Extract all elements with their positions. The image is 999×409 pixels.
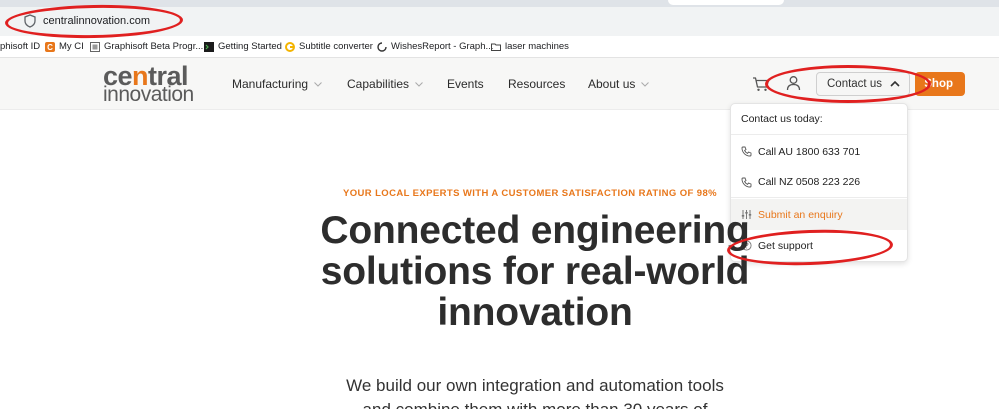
contact-us-button[interactable]: Contact us bbox=[816, 72, 910, 96]
c-logo-icon: C bbox=[45, 42, 55, 52]
contact-us-label: Contact us bbox=[827, 78, 882, 90]
bookmark-label: Graphisoft Beta Progr... bbox=[104, 41, 204, 52]
central-innovation-logo[interactable]: central innovation bbox=[103, 61, 209, 106]
contact-menu-heading: Contact us today: bbox=[731, 104, 907, 135]
menu-item-call-au[interactable]: Call AU 1800 633 701 bbox=[731, 136, 907, 167]
menu-item-label: Call AU 1800 633 701 bbox=[758, 145, 861, 158]
hero-title: Connected engineering solutions for real… bbox=[280, 210, 790, 333]
chevron-down-icon bbox=[415, 81, 423, 87]
hero-title-line: Connected engineering bbox=[320, 209, 750, 252]
nav-label: About us bbox=[588, 77, 636, 91]
bookmark-label: Subtitle converter bbox=[299, 41, 373, 52]
hero-title-line: innovation bbox=[437, 291, 633, 334]
nav-label: Events bbox=[447, 77, 484, 91]
bookmark-subtitle-converter[interactable]: Subtitle converter bbox=[285, 40, 373, 54]
hero-body-line: and combine them with more than 30 years… bbox=[330, 398, 740, 409]
nav-manufacturing[interactable]: Manufacturing bbox=[232, 76, 322, 92]
bookmark-label: laser machines bbox=[505, 41, 569, 52]
graphisoft-icon bbox=[90, 42, 100, 52]
hero-body-text: We build our own integration and automat… bbox=[330, 374, 740, 409]
bookmark-wishes-report[interactable]: WishesReport - Graph... bbox=[377, 40, 493, 54]
bookmark-laser-machines[interactable]: laser machines bbox=[491, 40, 569, 54]
bookmark-label: Getting Started bbox=[218, 41, 282, 52]
hero-title-line: solutions for real-world bbox=[320, 250, 750, 293]
phone-icon bbox=[741, 146, 752, 157]
hero-eyebrow: YOUR LOCAL EXPERTS WITH A CUSTOMER SATIS… bbox=[343, 188, 717, 199]
folder-icon bbox=[491, 43, 501, 51]
phone-icon bbox=[741, 177, 752, 187]
browser-tab-strip bbox=[0, 0, 999, 7]
bookmark-graphisoft-id[interactable]: phisoft ID bbox=[0, 40, 40, 54]
nav-label: Capabilities bbox=[347, 77, 410, 91]
nav-label: Manufacturing bbox=[232, 77, 309, 91]
shop-label: Shop bbox=[924, 78, 953, 90]
bookmark-label: WishesReport - Graph... bbox=[391, 41, 494, 52]
bookmark-getting-started[interactable]: Getting Started bbox=[204, 40, 282, 54]
chevron-up-icon bbox=[890, 81, 900, 87]
hero-body-line: We build our own integration and automat… bbox=[346, 376, 724, 395]
user-account-icon[interactable] bbox=[786, 75, 801, 91]
loading-icon bbox=[377, 42, 387, 52]
nav-about-us[interactable]: About us bbox=[588, 76, 650, 92]
nav-resources[interactable]: Resources bbox=[508, 76, 565, 92]
browser-tab[interactable] bbox=[668, 0, 784, 5]
chevron-down-icon bbox=[641, 81, 650, 87]
url-field[interactable] bbox=[6, 9, 999, 33]
bookmark-label: My CI bbox=[59, 41, 84, 52]
shield-icon[interactable] bbox=[24, 14, 36, 28]
logo-line2: innovation bbox=[103, 83, 194, 106]
bookmark-label: phisoft ID bbox=[0, 41, 41, 52]
terminal-icon bbox=[204, 42, 214, 52]
g-logo-icon bbox=[285, 42, 295, 52]
nav-label: Resources bbox=[508, 77, 566, 91]
bookmark-my-ci[interactable]: C My CI bbox=[45, 40, 84, 54]
nav-events[interactable]: Events bbox=[447, 76, 484, 92]
svg-text:C: C bbox=[47, 43, 53, 52]
menu-item-label: Call NZ 0508 223 226 bbox=[758, 176, 861, 188]
shop-button[interactable]: Shop bbox=[915, 72, 965, 96]
bookmark-graphisoft-beta[interactable]: Graphisoft Beta Progr... bbox=[90, 40, 203, 54]
cart-icon[interactable] bbox=[752, 76, 770, 92]
bookmarks-bar: phisoft ID C My CI Graphisoft Beta Progr… bbox=[0, 36, 999, 58]
menu-item-call-nz[interactable]: Call NZ 0508 223 226 bbox=[731, 167, 907, 198]
chevron-down-icon bbox=[314, 81, 322, 87]
nav-capabilities[interactable]: Capabilities bbox=[347, 76, 423, 92]
url-text[interactable]: centralinnovation.com bbox=[43, 14, 150, 28]
